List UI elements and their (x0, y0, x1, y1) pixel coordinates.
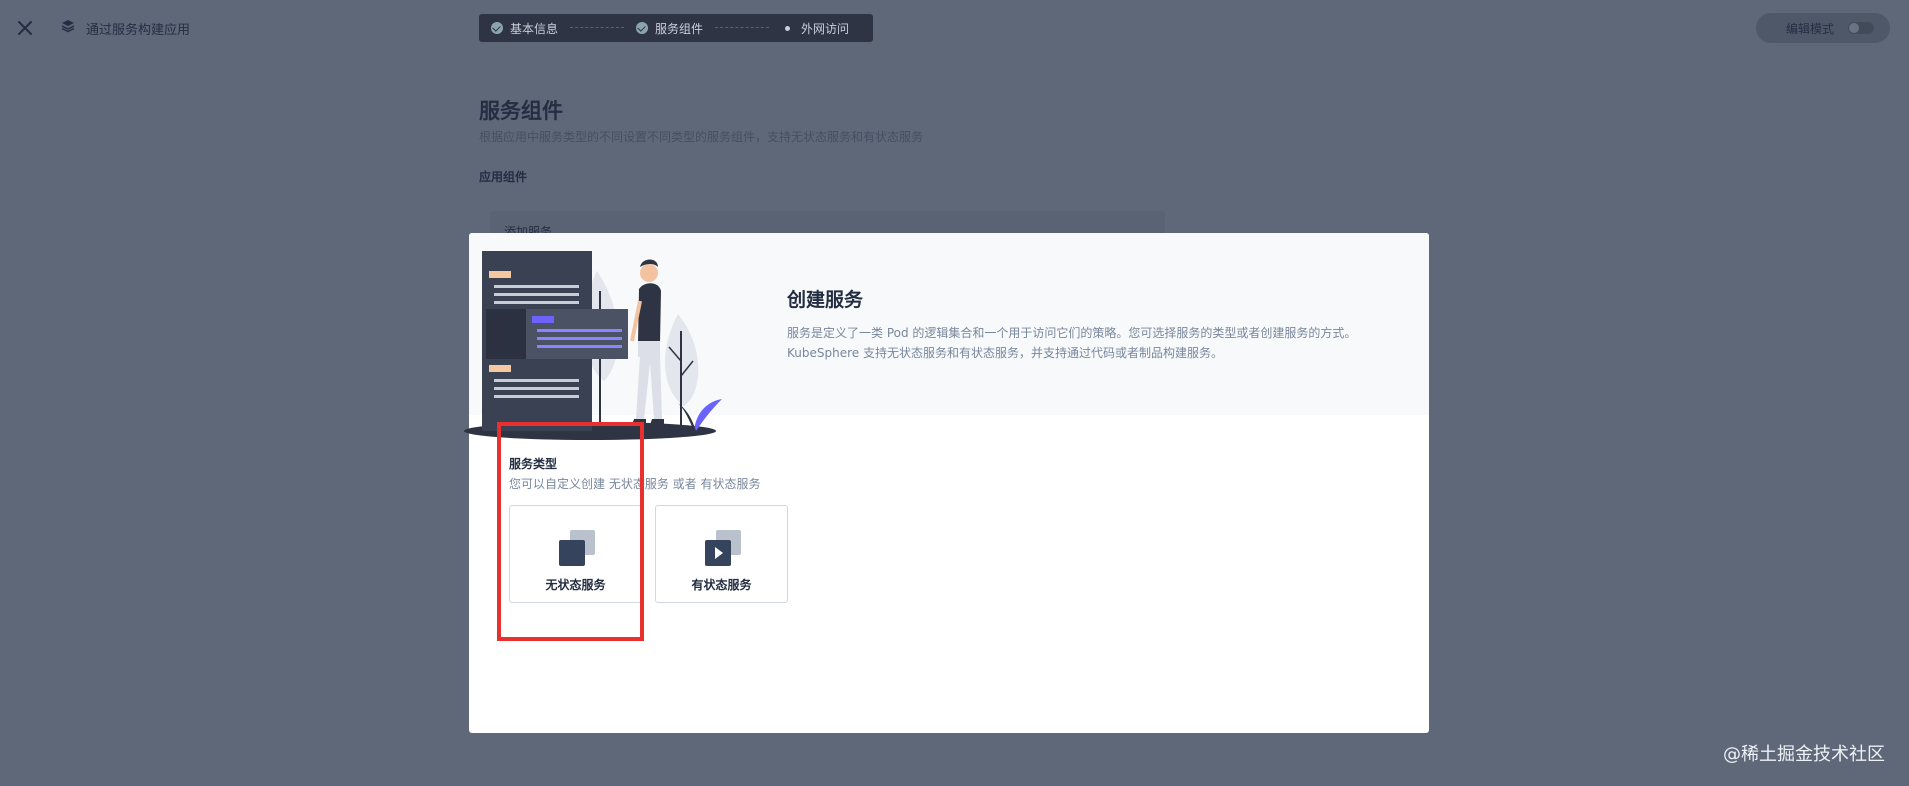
step-label: 服务组件 (655, 21, 704, 36)
check-icon (491, 22, 503, 34)
modal-description-line2: KubeSphere 支持无状态服务和有状态服务，并支持通过代码或者制品构建服务… (787, 346, 1223, 360)
step-external-access[interactable]: 外网访问 (781, 20, 849, 37)
wizard-stepper: 基本信息 服务组件 外网访问 (479, 14, 873, 42)
section-title: 服务组件 (479, 99, 563, 123)
modal-title: 创建服务 (787, 289, 864, 311)
step-service-components[interactable]: 服务组件 (636, 20, 703, 37)
stateful-service-card[interactable]: 有状态服务 (655, 505, 788, 603)
check-icon (636, 22, 649, 34)
modal-description: 服务是定义了一类 Pod 的逻辑集合和一个用于访问它们的策略。您可选择服务的类型… (787, 323, 1356, 363)
top-bar: 通过服务构建应用 基本信息 服务组件 外网访问 编辑模式 (0, 0, 1909, 56)
edit-mode-label: 编辑模式 (1785, 21, 1834, 36)
step-connector (715, 27, 770, 29)
section-description: 根据应用中服务类型的不同设置不同类型的服务组件，支持无状态服务和有状态服务 (479, 130, 924, 144)
toggle-knob (1849, 23, 1859, 33)
modal-description-line1: 服务是定义了一类 Pod 的逻辑集合和一个用于访问它们的策略。您可选择服务的类型… (787, 326, 1357, 340)
close-icon[interactable] (14, 17, 36, 39)
stateful-play-icon (705, 530, 741, 566)
app-title: 通过服务构建应用 (86, 22, 191, 38)
step-connector (570, 27, 625, 29)
step-label: 外网访问 (801, 21, 850, 36)
step-basic-info[interactable]: 基本信息 (491, 20, 558, 37)
pending-dot-icon (785, 25, 791, 31)
app-title-group: 通过服务构建应用 (60, 18, 190, 38)
components-label: 应用组件 (479, 170, 528, 184)
step-label: 基本信息 (510, 21, 559, 36)
watermark: @稀土掘金技术社区 (1723, 744, 1885, 765)
card-label: 有状态服务 (691, 578, 752, 592)
layers-icon (60, 18, 76, 38)
edit-mode-switch[interactable]: 编辑模式 (1756, 13, 1890, 43)
add-service-box[interactable] (490, 211, 1165, 233)
annotation-highlight (497, 422, 644, 641)
toggle-switch[interactable] (1848, 22, 1874, 34)
